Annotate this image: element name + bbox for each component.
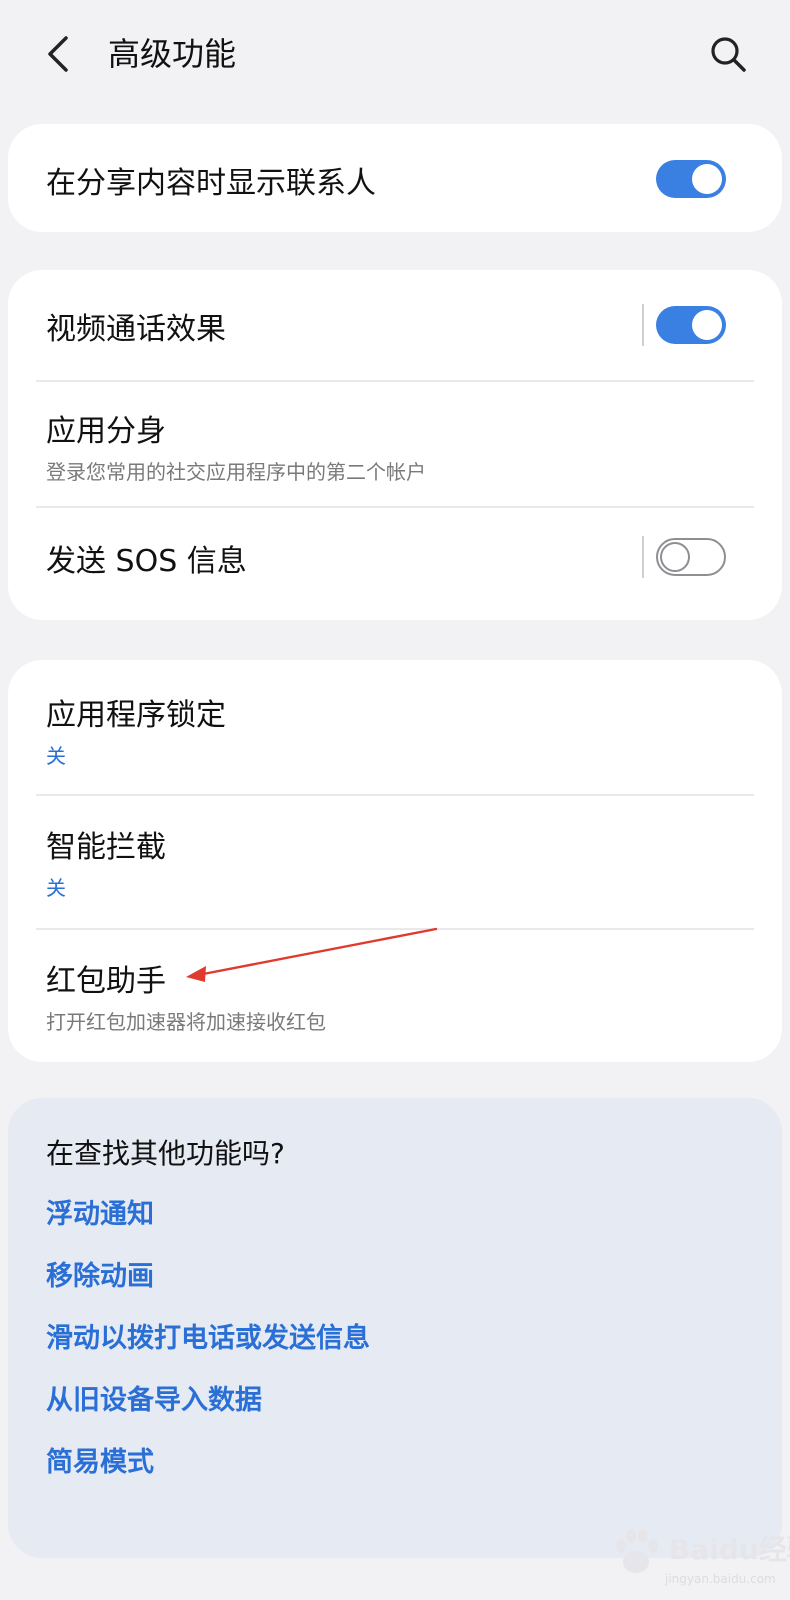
row-subtitle: 打开红包加速器将加速接收红包 (46, 1010, 326, 1034)
chevron-left-icon (48, 36, 68, 72)
paw-logo-icon (616, 1529, 658, 1573)
link-import-data[interactable]: 从旧设备导入数据 (46, 1378, 262, 1417)
vertical-separator (642, 304, 644, 346)
row-title: 发送 SOS 信息 (46, 544, 247, 579)
row-status: 关 (46, 744, 66, 768)
link-floating-notifications[interactable]: 浮动通知 (46, 1192, 154, 1231)
row-dual-messenger[interactable]: 应用分身 登录您常用的社交应用程序中的第二个帐户 (8, 382, 782, 506)
baidu-jingyan-watermark: Baidu经验 jingyan.baidu.com (603, 1518, 790, 1598)
app-bar: 高级功能 (0, 0, 790, 112)
link-easy-mode[interactable]: 简易模式 (46, 1440, 154, 1479)
toggle-knob (692, 310, 722, 340)
back-button[interactable] (40, 30, 80, 78)
row-status: 关 (46, 876, 66, 900)
row-video-call-effects[interactable]: 视频通话效果 (8, 270, 782, 380)
row-send-sos[interactable]: 发送 SOS 信息 (8, 508, 782, 618)
row-app-lock[interactable]: 应用程序锁定 关 (8, 660, 782, 794)
row-smart-block[interactable]: 智能拦截 关 (8, 796, 782, 928)
toggle-send-sos[interactable] (656, 538, 726, 576)
row-red-envelope-assistant[interactable]: 红包助手 打开红包加速器将加速接收红包 (8, 930, 782, 1062)
more-features-card: 在查找其他功能吗? 浮动通知 移除动画 滑动以拨打电话或发送信息 从旧设备导入数… (8, 1098, 782, 1558)
vertical-separator (642, 536, 644, 578)
watermark-text: Baidu经验 (669, 1533, 790, 1566)
row-subtitle: 登录您常用的社交应用程序中的第二个帐户 (46, 460, 426, 484)
link-remove-animations[interactable]: 移除动画 (46, 1254, 154, 1293)
row-title: 在分享内容时显示联系人 (46, 166, 376, 201)
toggle-knob (692, 164, 722, 194)
row-title: 应用程序锁定 (46, 698, 226, 733)
toggle-knob (660, 542, 690, 572)
row-title: 应用分身 (46, 414, 166, 449)
row-show-contacts-when-sharing[interactable]: 在分享内容时显示联系人 (8, 124, 782, 232)
page-title: 高级功能 (108, 35, 237, 73)
row-title: 智能拦截 (46, 830, 166, 865)
settings-group-2: 视频通话效果 应用分身 登录您常用的社交应用程序中的第二个帐户 发送 SOS 信… (8, 270, 782, 620)
search-icon (711, 37, 746, 72)
search-button[interactable] (706, 32, 752, 78)
settings-group-3: 应用程序锁定 关 智能拦截 关 红包助手 打开红包加速器将加速接收红包 (8, 660, 782, 1062)
row-title: 红包助手 (46, 964, 166, 999)
more-features-title: 在查找其他功能吗? (46, 1137, 285, 1170)
toggle-show-contacts[interactable] (656, 160, 726, 198)
settings-group-1: 在分享内容时显示联系人 (8, 124, 782, 232)
watermark-url: jingyan.baidu.com (665, 1572, 776, 1586)
row-title: 视频通话效果 (46, 312, 226, 347)
link-swipe-to-call[interactable]: 滑动以拨打电话或发送信息 (46, 1316, 370, 1355)
toggle-video-call-effects[interactable] (656, 306, 726, 344)
